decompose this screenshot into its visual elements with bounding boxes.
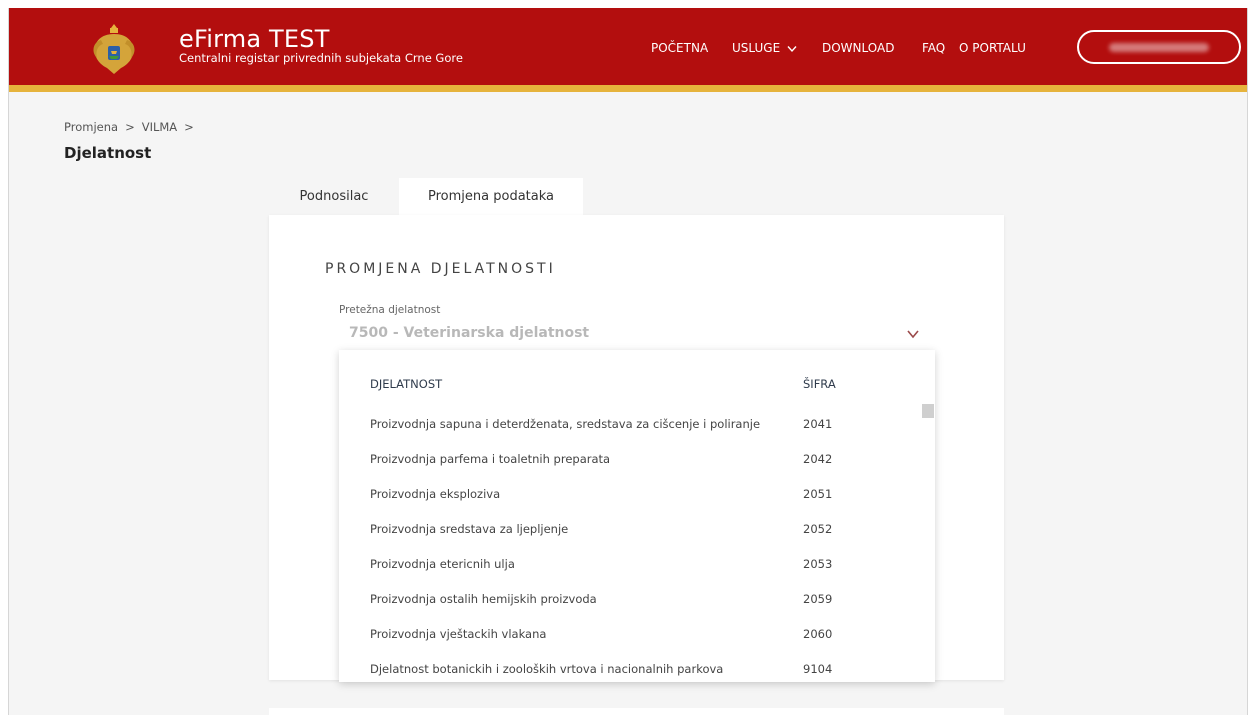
- list-item[interactable]: Proizvodnja sredstava za ljepljenje 2052: [339, 512, 919, 547]
- list-item-name: Djelatnost botanickih i zooloških vrtova…: [370, 662, 724, 676]
- list-item[interactable]: Proizvodnja sapuna i deterdženata, sreds…: [339, 407, 919, 442]
- list-item-name: Proizvodnja ostalih hemijskih proizvoda: [370, 592, 597, 606]
- breadcrumb-separator: >: [125, 120, 135, 134]
- coat-of-arms-logo[interactable]: [87, 18, 141, 76]
- activity-dropdown-list[interactable]: DJELATNOST ŠIFRA Proizvodnja sapuna i de…: [339, 350, 935, 682]
- nav-usluge-label: USLUGE: [732, 41, 781, 55]
- select-value: 7500 - Veterinarska djelatnost: [349, 325, 590, 341]
- list-item-name: Proizvodnja etericnih ulja: [370, 557, 515, 571]
- list-item-code: 2052: [803, 522, 833, 536]
- next-card: [269, 708, 1004, 715]
- list-item-code: 2053: [803, 557, 833, 571]
- nav-usluge[interactable]: USLUGE: [732, 38, 797, 58]
- dropdown-header: DJELATNOST ŠIFRA: [339, 350, 935, 402]
- brand-subtitle: Centralni registar privrednih subjekata …: [179, 51, 463, 65]
- top-header: eFirma TEST Centralni registar privredni…: [9, 8, 1247, 85]
- list-item-code: 2051: [803, 487, 833, 501]
- activity-select[interactable]: 7500 - Veterinarska djelatnost: [339, 319, 934, 351]
- dropdown-scrollbar-thumb[interactable]: [922, 404, 934, 418]
- list-item[interactable]: Proizvodnja vještackih vlakana 2060: [339, 617, 919, 652]
- list-item-code: 9104: [803, 662, 833, 676]
- header-gold-stripe: [9, 85, 1247, 92]
- app-frame: eFirma TEST Centralni registar privredni…: [8, 8, 1248, 715]
- page-title: Djelatnost: [64, 144, 152, 162]
- nav-pocetna[interactable]: POČETNA: [651, 38, 708, 58]
- list-item[interactable]: Djelatnost botanickih i zooloških vrtova…: [339, 652, 919, 682]
- list-item-name: Proizvodnja eksploziva: [370, 487, 501, 501]
- list-item-code: 2041: [803, 417, 833, 431]
- list-item-name: Proizvodnja sapuna i deterdženata, sreds…: [370, 417, 761, 431]
- list-item-name: Proizvodnja parfema i toaletnih preparat…: [370, 452, 611, 466]
- list-item[interactable]: Proizvodnja ostalih hemijskih proizvoda …: [339, 582, 919, 617]
- tab-podnosilac[interactable]: Podnosilac: [269, 178, 399, 215]
- brand-title: eFirma TEST: [179, 25, 330, 53]
- nav-download[interactable]: DOWNLOAD: [822, 38, 894, 58]
- nav-o-portalu[interactable]: O PORTALU: [959, 38, 1026, 58]
- list-item-name: Proizvodnja sredstava za ljepljenje: [370, 522, 569, 536]
- breadcrumb: Promjena > VILMA >: [64, 120, 194, 134]
- breadcrumb-promjena[interactable]: Promjena: [64, 120, 118, 134]
- list-item-name: Proizvodnja vještackih vlakana: [370, 627, 547, 641]
- chevron-down-icon: [787, 45, 797, 52]
- list-item-code: 2060: [803, 627, 833, 641]
- user-menu-button[interactable]: [1077, 30, 1241, 64]
- chevron-down-icon: [907, 330, 919, 339]
- list-item[interactable]: Proizvodnja eksploziva 2051: [339, 477, 919, 512]
- breadcrumb-separator: >: [184, 120, 194, 134]
- list-item[interactable]: Proizvodnja etericnih ulja 2053: [339, 547, 919, 582]
- field-label: Pretežna djelatnost: [339, 304, 441, 316]
- column-header-sifra: ŠIFRA: [803, 377, 836, 391]
- list-item-code: 2042: [803, 452, 833, 466]
- nav-faq[interactable]: FAQ: [922, 38, 945, 58]
- section-title: PROMJENA DJELATNOSTI: [325, 261, 556, 277]
- list-item[interactable]: Proizvodnja parfema i toaletnih preparat…: [339, 442, 919, 477]
- user-name-redacted: [1109, 43, 1209, 52]
- column-header-djelatnost: DJELATNOST: [370, 377, 443, 391]
- breadcrumb-vilma[interactable]: VILMA: [142, 120, 177, 134]
- list-item-code: 2059: [803, 592, 833, 606]
- tab-promjena-podataka[interactable]: Promjena podataka: [399, 178, 583, 215]
